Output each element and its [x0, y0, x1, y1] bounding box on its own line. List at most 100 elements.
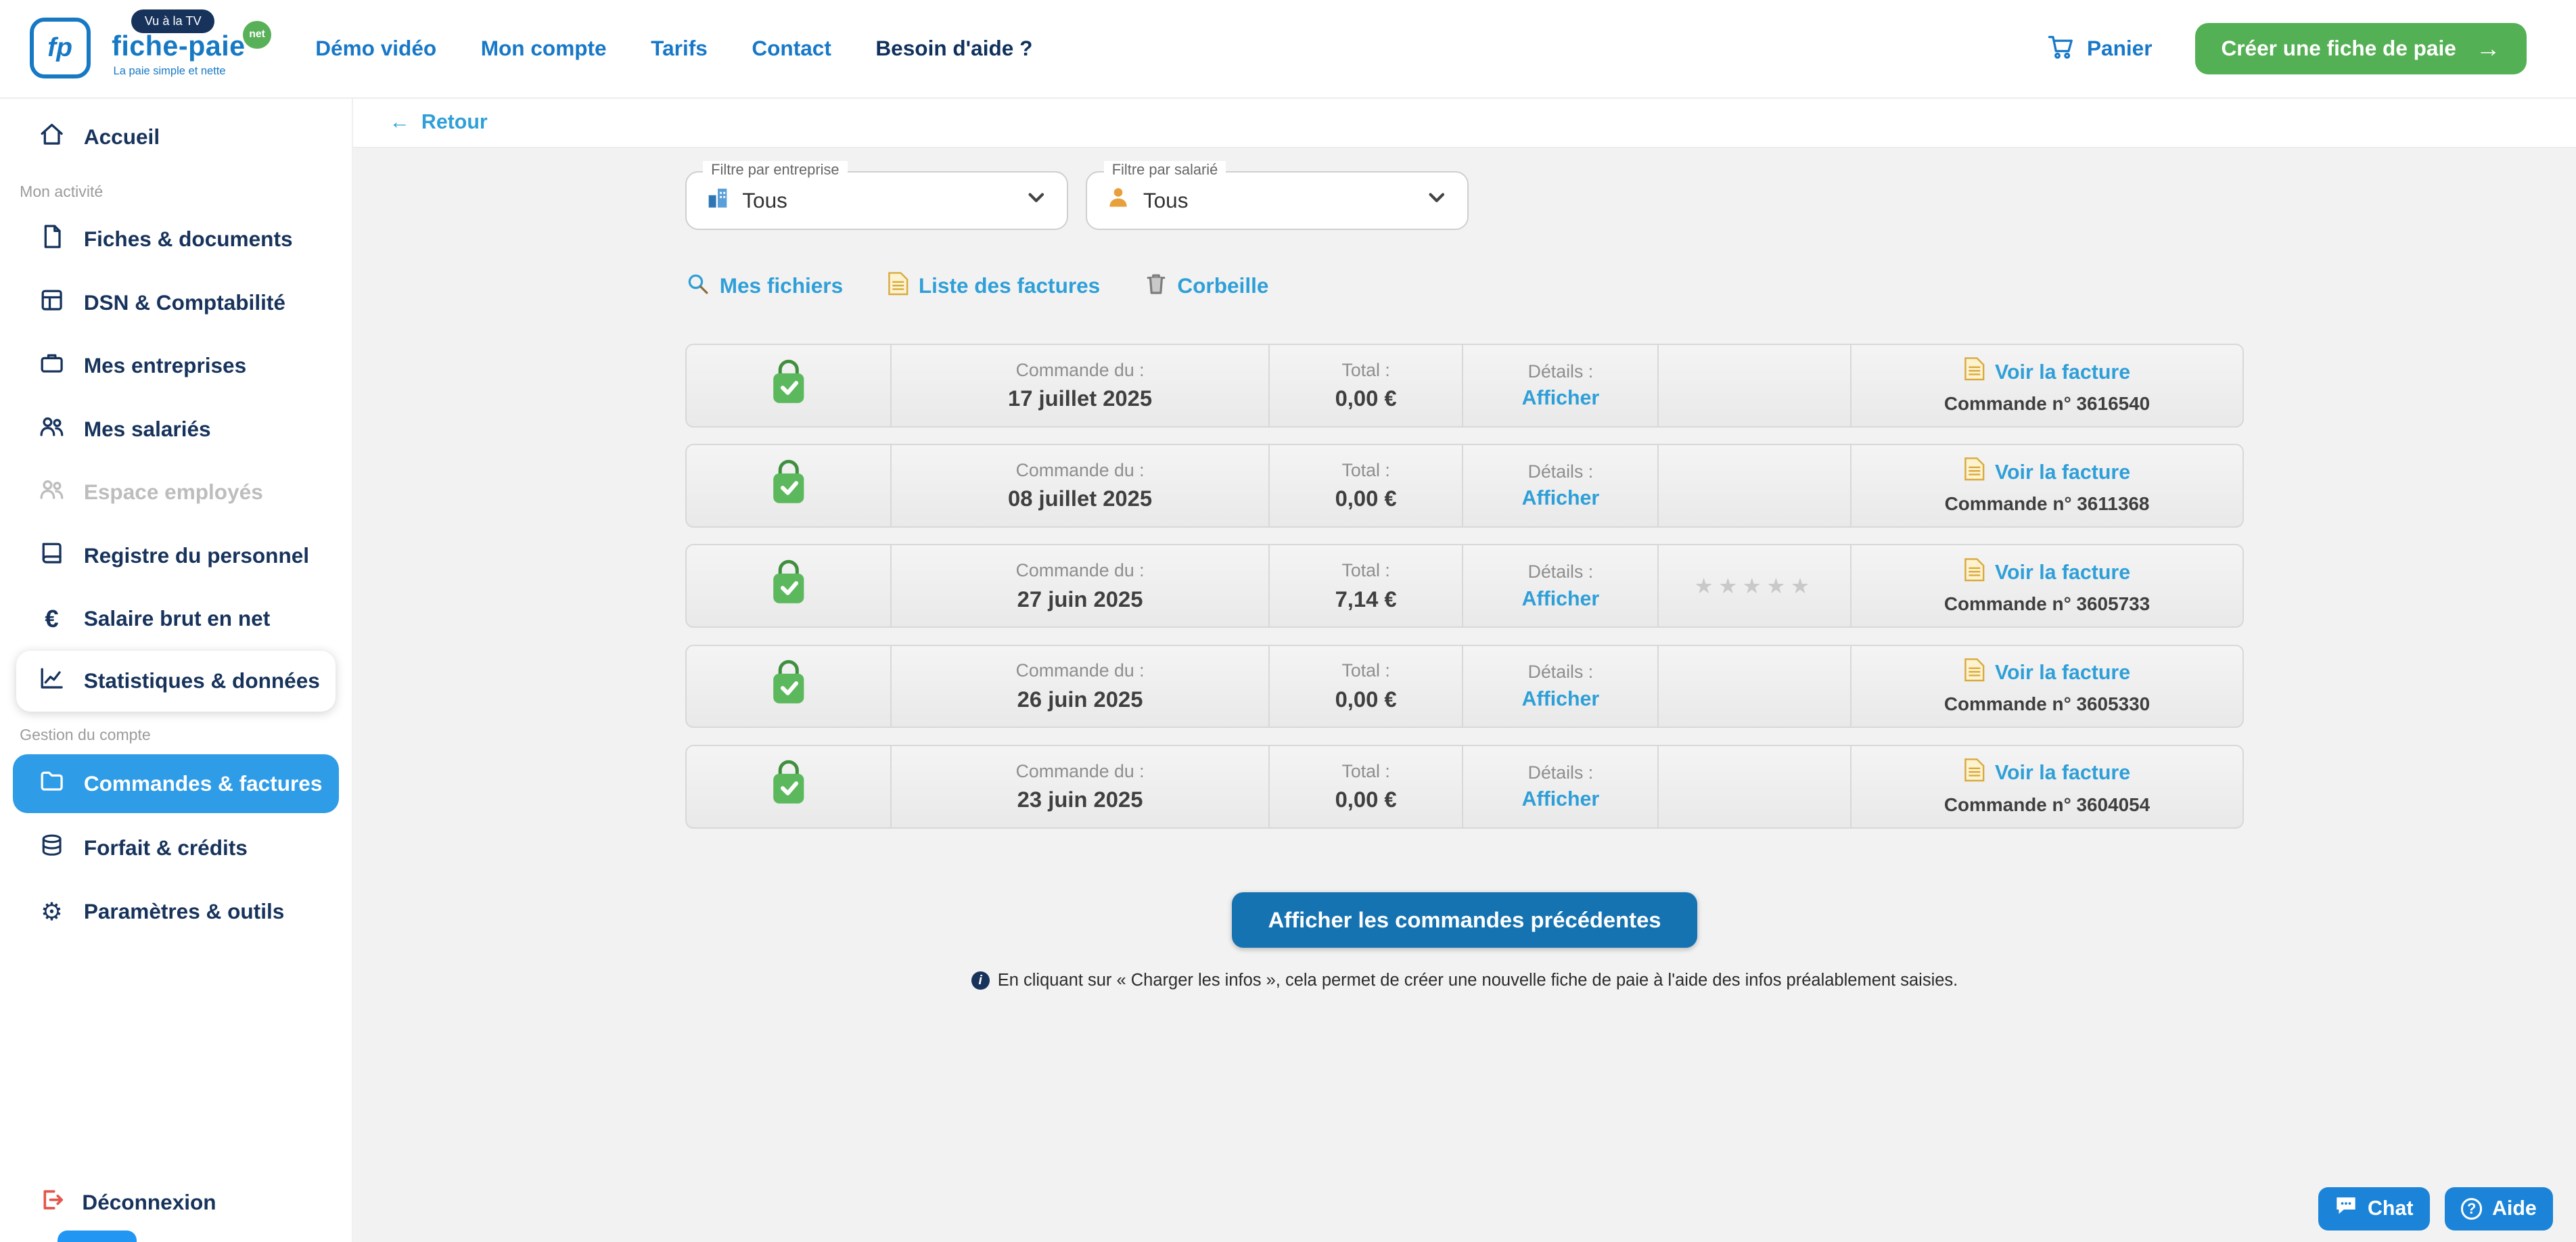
sidebar-item-salaire-brut-net[interactable]: € Salaire brut en net — [0, 587, 352, 651]
logout-label: Déconnexion — [82, 1190, 216, 1215]
back-label: Retour — [421, 111, 488, 134]
view-invoice-link[interactable]: Voir la facture — [1964, 658, 2130, 689]
order-date-cell: Commande du : 26 juin 2025 — [892, 646, 1270, 727]
order-total-value: 7,14 € — [1335, 586, 1397, 612]
order-date-value: 23 juin 2025 — [1017, 787, 1143, 812]
invoice-icon — [888, 271, 909, 301]
order-invoice-cell: Voir la facture Commande n° 3605733 — [1852, 545, 2243, 626]
show-details-link[interactable]: Afficher — [1522, 788, 1600, 811]
partial-button[interactable] — [58, 1230, 137, 1242]
order-details-cell: Détails : Afficher — [1463, 646, 1659, 727]
logo[interactable]: fp Vu à la TV fiche-paie net La paie sim… — [30, 0, 293, 98]
shopping-bag-check-icon — [766, 357, 811, 415]
view-invoice-label: Voir la facture — [1995, 561, 2130, 584]
coins-icon — [38, 831, 66, 865]
people-icon — [38, 413, 66, 446]
order-status-cell — [687, 445, 892, 526]
create-payslip-button[interactable]: Créer une fiche de paie → — [2195, 23, 2527, 74]
logo-mark: fp — [30, 18, 91, 78]
order-total-value: 0,00 € — [1335, 386, 1397, 411]
order-status-cell — [687, 646, 892, 727]
sidebar-item-registre-personnel[interactable]: Registre du personnel — [0, 524, 352, 588]
shopping-bag-check-icon — [766, 758, 811, 815]
view-invoice-link[interactable]: Voir la facture — [1964, 557, 2130, 589]
info-text: En cliquant sur « Charger les infos », c… — [998, 971, 1958, 990]
cart-button[interactable]: Panier — [2046, 31, 2152, 66]
order-details-cell: Détails : Afficher — [1463, 445, 1659, 526]
nav-tarifs[interactable]: Tarifs — [651, 36, 708, 61]
main-nav: Démo vidéo Mon compte Tarifs Contact Bes… — [315, 36, 1032, 61]
sidebar-item-espace-employes[interactable]: Espace employés — [0, 461, 352, 524]
sidebar-item-fiches-documents[interactable]: Fiches & documents — [0, 208, 352, 271]
order-date-label: Commande du : — [1016, 460, 1145, 481]
order-date-cell: Commande du : 23 juin 2025 — [892, 746, 1270, 827]
my-files-link[interactable]: Mes fichiers — [685, 271, 843, 301]
sidebar-item-forfait-credits[interactable]: Forfait & crédits — [0, 816, 352, 880]
order-total-value: 0,00 € — [1335, 486, 1397, 511]
nav-mon-compte[interactable]: Mon compte — [481, 36, 607, 61]
rating-stars[interactable]: ★★★★★ — [1695, 574, 1815, 599]
order-date-label: Commande du : — [1016, 761, 1145, 782]
order-status-cell — [687, 746, 892, 827]
order-row: Commande du : 26 juin 2025 Total : 0,00 … — [685, 645, 2245, 729]
order-total-cell: Total : 7,14 € — [1270, 545, 1464, 626]
filter-employee-value: Tous — [1143, 188, 1413, 213]
nav-contact[interactable]: Contact — [752, 36, 831, 61]
logout-button[interactable]: Déconnexion — [0, 1186, 216, 1219]
order-total-label: Total : — [1342, 660, 1390, 681]
order-details-label: Détails : — [1528, 561, 1593, 582]
view-invoice-link[interactable]: Voir la facture — [1964, 457, 2130, 488]
view-invoice-link[interactable]: Voir la facture — [1964, 356, 2130, 388]
help-button[interactable]: ? Aide — [2445, 1187, 2553, 1230]
invoice-list-link[interactable]: Liste des factures — [888, 271, 1101, 301]
show-previous-orders-button[interactable]: Afficher les commandes précédentes — [1232, 892, 1697, 948]
show-details-link[interactable]: Afficher — [1522, 688, 1600, 711]
sidebar-item-label: Forfait & crédits — [84, 835, 248, 860]
brand-name: fiche-paie — [112, 30, 245, 62]
order-row: Commande du : 23 juin 2025 Total : 0,00 … — [685, 745, 2245, 829]
show-details-link[interactable]: Afficher — [1522, 487, 1600, 510]
sidebar-item-label: Espace employés — [84, 480, 263, 505]
chat-button[interactable]: Chat — [2318, 1187, 2430, 1230]
quick-links-row: Mes fichiers Liste des factures — [685, 271, 2245, 301]
info-icon: i — [971, 971, 990, 990]
sidebar-item-dsn-comptabilite[interactable]: DSN & Comptabilité — [0, 271, 352, 335]
euro-icon: € — [38, 605, 66, 633]
order-total-cell: Total : 0,00 € — [1270, 746, 1464, 827]
sidebar-item-parametres-outils[interactable]: ⚙ Paramètres & outils — [0, 879, 352, 943]
order-total-label: Total : — [1342, 460, 1390, 481]
filter-employee-label: Filtre par salarié — [1104, 161, 1226, 179]
sidebar-item-accueil[interactable]: Accueil — [0, 105, 352, 168]
nav-besoin-aide[interactable]: Besoin d'aide ? — [875, 36, 1032, 61]
filter-employee-select[interactable]: Filtre par salarié Tous — [1086, 171, 1469, 230]
order-details-label: Détails : — [1528, 662, 1593, 683]
order-details-cell: Détails : Afficher — [1463, 345, 1659, 426]
order-number: Commande n° 3605733 — [1944, 593, 2150, 615]
chat-icon — [2334, 1195, 2358, 1222]
sidebar-item-label: Registre du personnel — [84, 543, 309, 568]
nav-demo-video[interactable]: Démo vidéo — [315, 36, 436, 61]
invoice-icon — [1964, 658, 1985, 689]
show-details-link[interactable]: Afficher — [1522, 387, 1600, 410]
order-number: Commande n° 3605330 — [1944, 693, 2150, 715]
brand-tld-badge: net — [243, 21, 271, 49]
sidebar-item-mes-salaries[interactable]: Mes salariés — [0, 398, 352, 461]
back-link[interactable]: ← Retour — [390, 111, 488, 134]
trash-link[interactable]: Corbeille — [1145, 271, 1269, 301]
sidebar-item-statistiques-donnees[interactable]: Statistiques & données — [16, 651, 336, 712]
invoice-icon — [1964, 356, 1985, 388]
header-right: Panier Créer une fiche de paie → — [2046, 23, 2527, 74]
order-date-value: 26 juin 2025 — [1017, 687, 1143, 712]
view-invoice-link[interactable]: Voir la facture — [1964, 758, 2130, 789]
show-details-link[interactable]: Afficher — [1522, 588, 1600, 611]
invoice-list-label: Liste des factures — [919, 273, 1100, 298]
people-icon — [38, 476, 66, 509]
sidebar-item-mes-entreprises[interactable]: Mes entreprises — [0, 334, 352, 398]
view-invoice-label: Voir la facture — [1995, 662, 2130, 685]
sidebar-item-commandes-factures[interactable]: Commandes & factures — [13, 754, 338, 813]
order-invoice-cell: Voir la facture Commande n° 3604054 — [1852, 746, 2243, 827]
filter-company-select[interactable]: Filtre par entreprise Tous — [685, 171, 1068, 230]
orders-list: Commande du : 17 juillet 2025 Total : 0,… — [685, 344, 2245, 828]
invoice-icon — [1964, 457, 1985, 488]
sidebar-item-label: Accueil — [84, 124, 160, 150]
